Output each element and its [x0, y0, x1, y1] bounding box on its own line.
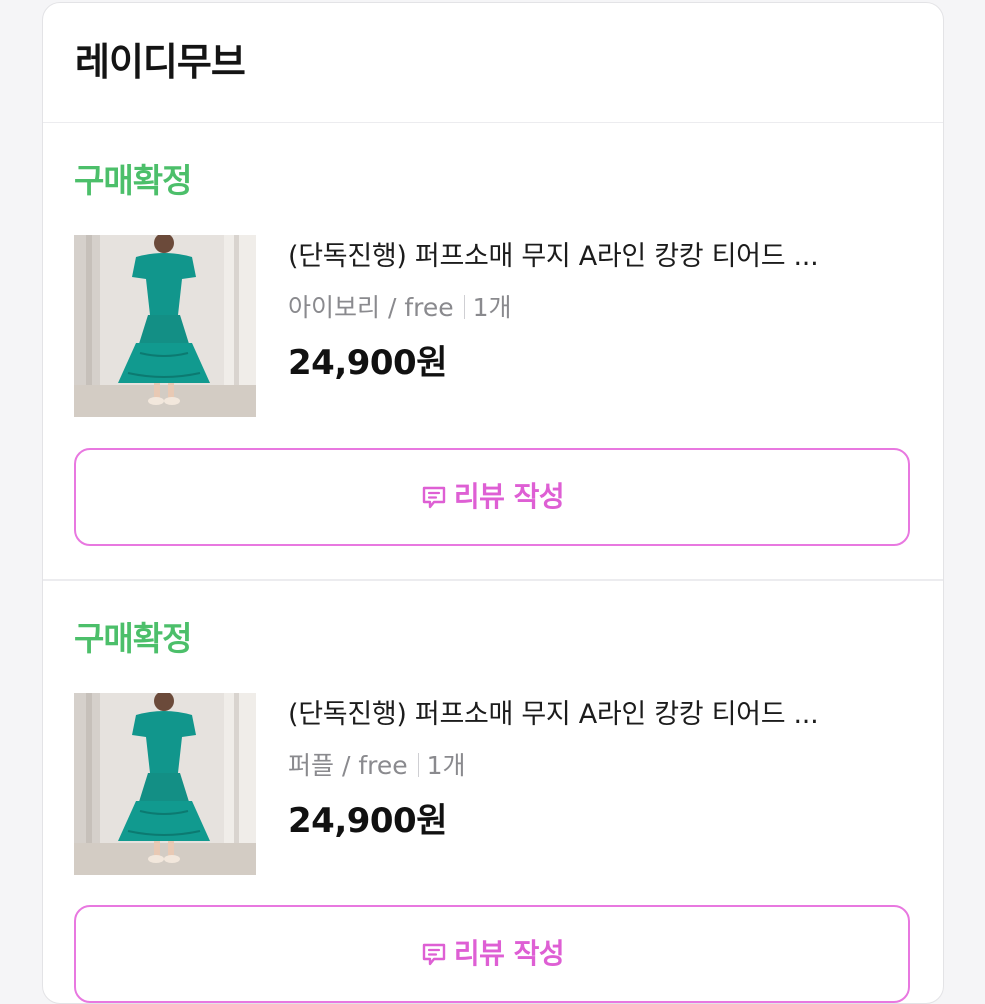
- quantity-text: 1개: [472, 293, 512, 322]
- product-thumbnail[interactable]: [74, 693, 256, 875]
- dress-photo-icon: [74, 693, 256, 875]
- product-option: 아이보리 / free 1개: [288, 291, 512, 325]
- order-card: 레이디무브 구매확정 (단독진행) 퍼프소매 무지 A라인 캉캉 티어드 ...…: [42, 2, 944, 1004]
- product-name[interactable]: (단독진행) 퍼프소매 무지 A라인 캉캉 티어드 ...: [288, 239, 908, 275]
- option-divider: [417, 753, 419, 777]
- order-status: 구매확정: [74, 619, 192, 658]
- store-name[interactable]: 레이디무브: [75, 39, 943, 85]
- option-text: 아이보리 / free: [288, 293, 454, 322]
- review-button-label: 리뷰 작성: [453, 937, 565, 970]
- order-item: 구매확정 (단독진행) 퍼프소매 무지 A라인 캉캉 티: [43, 123, 943, 579]
- product-option: 퍼플 / free 1개: [288, 749, 466, 783]
- review-button-label: 리뷰 작성: [453, 480, 565, 513]
- comment-icon: [420, 940, 448, 968]
- write-review-button[interactable]: 리뷰 작성: [74, 905, 910, 1003]
- dress-photo-icon: [74, 235, 256, 417]
- product-name[interactable]: (단독진행) 퍼프소매 무지 A라인 캉캉 티어드 ...: [288, 697, 908, 733]
- comment-icon: [420, 483, 448, 511]
- quantity-text: 1개: [426, 751, 466, 780]
- write-review-button[interactable]: 리뷰 작성: [74, 448, 910, 546]
- product-price: 24,900원: [288, 343, 447, 383]
- option-divider: [463, 295, 465, 319]
- order-status: 구매확정: [74, 161, 192, 200]
- option-text: 퍼플 / free: [288, 751, 408, 780]
- order-item: 구매확정 (단독진행) 퍼프소매 무지 A라인 캉캉 티: [43, 581, 943, 1003]
- store-header: 레이디무브: [43, 3, 943, 123]
- product-thumbnail[interactable]: [74, 235, 256, 417]
- product-price: 24,900원: [288, 801, 447, 841]
